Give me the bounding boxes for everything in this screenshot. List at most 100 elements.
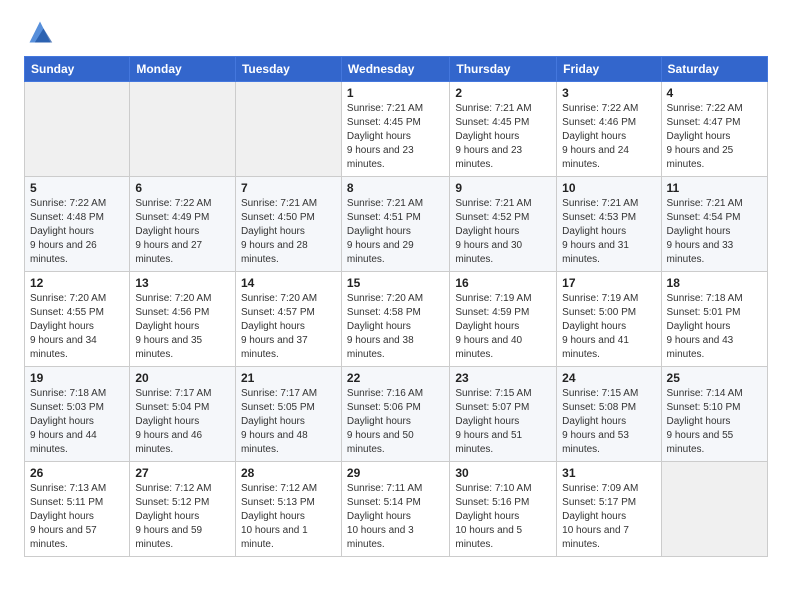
day-number: 7	[241, 181, 336, 195]
cell-content: Sunrise: 7:21 AMSunset: 4:50 PMDaylight …	[241, 197, 336, 267]
calendar-cell: 9 Sunrise: 7:21 AMSunset: 4:52 PMDaylight…	[450, 177, 557, 272]
day-number: 5	[30, 181, 124, 195]
cell-content: Sunrise: 7:20 AMSunset: 4:58 PMDaylight …	[347, 292, 444, 362]
calendar-cell: 17 Sunrise: 7:19 AMSunset: 5:00 PMDayligh…	[557, 272, 661, 367]
day-number: 14	[241, 276, 336, 290]
day-number: 28	[241, 466, 336, 480]
calendar-cell: 2Sunrise: 7:21 AMSunset: 4:45 PMDaylight…	[450, 82, 557, 177]
week-row-3: 19 Sunrise: 7:18 AMSunset: 5:03 PMDayligh…	[25, 367, 768, 462]
calendar-cell: 12 Sunrise: 7:20 AMSunset: 4:55 PMDayligh…	[25, 272, 130, 367]
cell-content: Sunrise: 7:22 AMSunset: 4:49 PMDaylight …	[135, 197, 230, 267]
day-number: 10	[562, 181, 655, 195]
day-number: 8	[347, 181, 444, 195]
week-row-2: 12 Sunrise: 7:20 AMSunset: 4:55 PMDayligh…	[25, 272, 768, 367]
calendar-cell: 31 Sunrise: 7:09 AMSunset: 5:17 PMDayligh…	[557, 462, 661, 557]
cell-content: Sunrise: 7:21 AMSunset: 4:45 PMDaylight …	[455, 102, 551, 172]
header	[24, 18, 768, 46]
cell-content: Sunrise: 7:17 AMSunset: 5:04 PMDaylight …	[135, 387, 230, 457]
day-number: 1	[347, 86, 444, 100]
cell-content: Sunrise: 7:20 AMSunset: 4:55 PMDaylight …	[30, 292, 124, 362]
calendar-cell: 16Sunrise: 7:19 AMSunset: 4:59 PMDayligh…	[450, 272, 557, 367]
day-number: 3	[562, 86, 655, 100]
day-number: 9	[455, 181, 551, 195]
calendar-cell: 4 Sunrise: 7:22 AMSunset: 4:47 PMDaylight…	[661, 82, 767, 177]
day-number: 29	[347, 466, 444, 480]
day-header-tuesday: Tuesday	[235, 57, 341, 82]
calendar-cell: 27 Sunrise: 7:12 AMSunset: 5:12 PMDayligh…	[130, 462, 236, 557]
day-number: 24	[562, 371, 655, 385]
day-number: 27	[135, 466, 230, 480]
day-number: 21	[241, 371, 336, 385]
calendar-cell: 29 Sunrise: 7:11 AMSunset: 5:14 PMDayligh…	[341, 462, 449, 557]
cell-content: Sunrise: 7:09 AMSunset: 5:17 PMDaylight …	[562, 482, 655, 552]
cell-content: Sunrise: 7:13 AMSunset: 5:11 PMDaylight …	[30, 482, 124, 552]
day-number: 26	[30, 466, 124, 480]
calendar-cell: 8 Sunrise: 7:21 AMSunset: 4:51 PMDaylight…	[341, 177, 449, 272]
cell-content: Sunrise: 7:17 AMSunset: 5:05 PMDaylight …	[241, 387, 336, 457]
cell-content: Sunrise: 7:12 AMSunset: 5:13 PMDaylight …	[241, 482, 336, 552]
cell-content: Sunrise: 7:21 AMSunset: 4:52 PMDaylight …	[455, 197, 551, 267]
calendar-cell: 14 Sunrise: 7:20 AMSunset: 4:57 PMDayligh…	[235, 272, 341, 367]
cell-content: Sunrise: 7:11 AMSunset: 5:14 PMDaylight …	[347, 482, 444, 552]
cell-content: Sunrise: 7:18 AMSunset: 5:01 PMDaylight …	[667, 292, 762, 362]
calendar-cell	[235, 82, 341, 177]
day-number: 19	[30, 371, 124, 385]
cell-content: Sunrise: 7:21 AMSunset: 4:45 PMDaylight …	[347, 102, 444, 172]
cell-content: Sunrise: 7:18 AMSunset: 5:03 PMDaylight …	[30, 387, 124, 457]
day-number: 30	[455, 466, 551, 480]
calendar-cell	[130, 82, 236, 177]
cell-content: Sunrise: 7:12 AMSunset: 5:12 PMDaylight …	[135, 482, 230, 552]
day-number: 31	[562, 466, 655, 480]
calendar-cell: 23 Sunrise: 7:15 AMSunset: 5:07 PMDayligh…	[450, 367, 557, 462]
cell-content: Sunrise: 7:10 AMSunset: 5:16 PMDaylight …	[455, 482, 551, 552]
calendar-cell: 3 Sunrise: 7:22 AMSunset: 4:46 PMDaylight…	[557, 82, 661, 177]
cell-content: Sunrise: 7:22 AMSunset: 4:46 PMDaylight …	[562, 102, 655, 172]
day-header-wednesday: Wednesday	[341, 57, 449, 82]
day-number: 20	[135, 371, 230, 385]
calendar-cell	[661, 462, 767, 557]
day-number: 25	[667, 371, 762, 385]
cell-content: Sunrise: 7:16 AMSunset: 5:06 PMDaylight …	[347, 387, 444, 457]
cell-content: Sunrise: 7:15 AMSunset: 5:08 PMDaylight …	[562, 387, 655, 457]
cell-content: Sunrise: 7:21 AMSunset: 4:51 PMDaylight …	[347, 197, 444, 267]
calendar-cell: 11Sunrise: 7:21 AMSunset: 4:54 PMDayligh…	[661, 177, 767, 272]
calendar-cell: 10 Sunrise: 7:21 AMSunset: 4:53 PMDayligh…	[557, 177, 661, 272]
day-number: 17	[562, 276, 655, 290]
calendar-cell: 1 Sunrise: 7:21 AMSunset: 4:45 PMDaylight…	[341, 82, 449, 177]
calendar-cell: 21 Sunrise: 7:17 AMSunset: 5:05 PMDayligh…	[235, 367, 341, 462]
calendar-cell: 24 Sunrise: 7:15 AMSunset: 5:08 PMDayligh…	[557, 367, 661, 462]
day-number: 6	[135, 181, 230, 195]
day-header-sunday: Sunday	[25, 57, 130, 82]
cell-content: Sunrise: 7:19 AMSunset: 5:00 PMDaylight …	[562, 292, 655, 362]
calendar-cell: 7 Sunrise: 7:21 AMSunset: 4:50 PMDaylight…	[235, 177, 341, 272]
calendar-cell	[25, 82, 130, 177]
cell-content: Sunrise: 7:21 AMSunset: 4:54 PMDaylight …	[667, 197, 762, 267]
day-number: 16	[455, 276, 551, 290]
week-row-0: 1 Sunrise: 7:21 AMSunset: 4:45 PMDaylight…	[25, 82, 768, 177]
day-number: 23	[455, 371, 551, 385]
cell-content: Sunrise: 7:21 AMSunset: 4:53 PMDaylight …	[562, 197, 655, 267]
calendar-cell: 22 Sunrise: 7:16 AMSunset: 5:06 PMDayligh…	[341, 367, 449, 462]
cell-content: Sunrise: 7:15 AMSunset: 5:07 PMDaylight …	[455, 387, 551, 457]
day-number: 15	[347, 276, 444, 290]
cell-content: Sunrise: 7:20 AMSunset: 4:57 PMDaylight …	[241, 292, 336, 362]
day-header-thursday: Thursday	[450, 57, 557, 82]
calendar-cell: 5Sunrise: 7:22 AMSunset: 4:48 PMDaylight…	[25, 177, 130, 272]
day-number: 13	[135, 276, 230, 290]
day-number: 4	[667, 86, 762, 100]
page: SundayMondayTuesdayWednesdayThursdayFrid…	[0, 0, 792, 575]
day-number: 22	[347, 371, 444, 385]
calendar-cell: 19 Sunrise: 7:18 AMSunset: 5:03 PMDayligh…	[25, 367, 130, 462]
calendar-cell: 18Sunrise: 7:18 AMSunset: 5:01 PMDayligh…	[661, 272, 767, 367]
cell-content: Sunrise: 7:22 AMSunset: 4:47 PMDaylight …	[667, 102, 762, 172]
logo-icon	[26, 18, 54, 46]
calendar-cell: 25Sunrise: 7:14 AMSunset: 5:10 PMDayligh…	[661, 367, 767, 462]
calendar-cell: 28 Sunrise: 7:12 AMSunset: 5:13 PMDayligh…	[235, 462, 341, 557]
week-row-4: 26 Sunrise: 7:13 AMSunset: 5:11 PMDayligh…	[25, 462, 768, 557]
calendar-cell: 26 Sunrise: 7:13 AMSunset: 5:11 PMDayligh…	[25, 462, 130, 557]
calendar-cell: 15 Sunrise: 7:20 AMSunset: 4:58 PMDayligh…	[341, 272, 449, 367]
day-number: 12	[30, 276, 124, 290]
calendar-table: SundayMondayTuesdayWednesdayThursdayFrid…	[24, 56, 768, 557]
calendar-cell: 13Sunrise: 7:20 AMSunset: 4:56 PMDayligh…	[130, 272, 236, 367]
day-header-saturday: Saturday	[661, 57, 767, 82]
